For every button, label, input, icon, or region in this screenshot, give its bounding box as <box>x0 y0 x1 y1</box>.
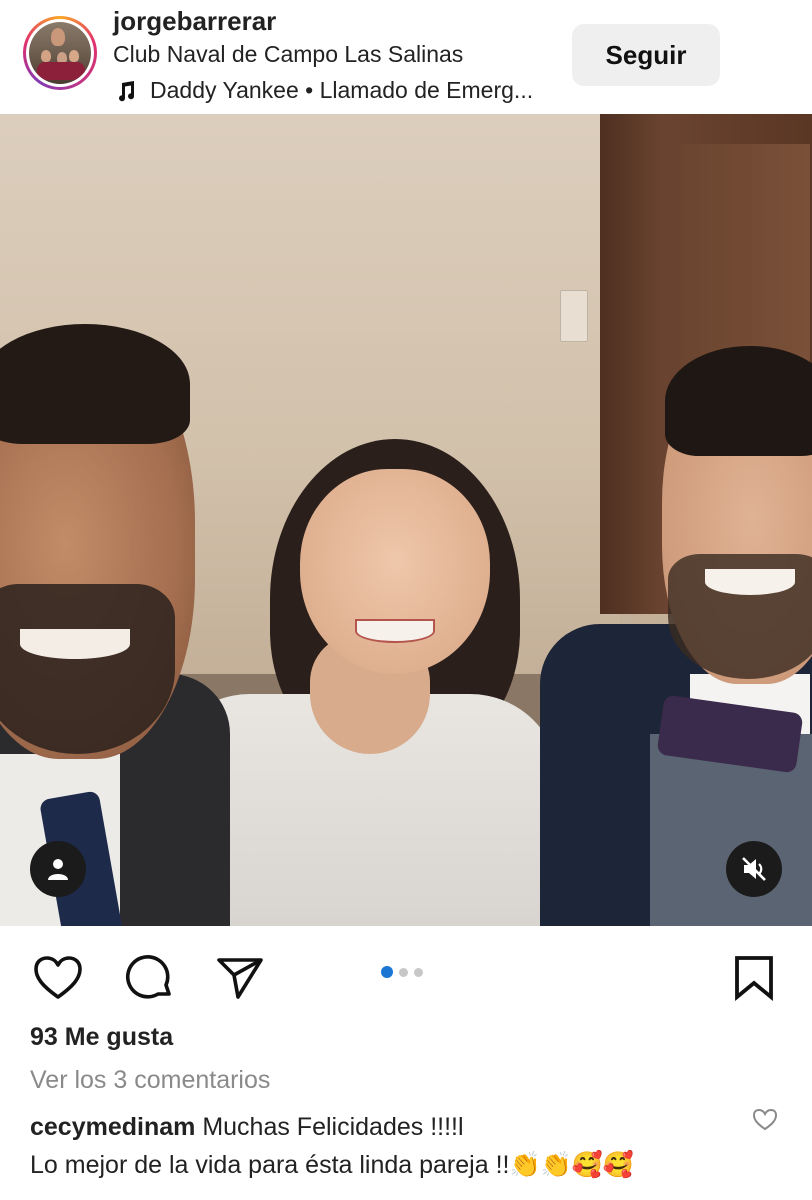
comment-button[interactable] <box>122 950 178 1006</box>
person-tag-icon <box>48 859 68 880</box>
tagged-people-button[interactable] <box>30 841 86 897</box>
mute-button[interactable] <box>726 841 782 897</box>
comment-bubble-icon <box>126 955 171 999</box>
comment-like-icon[interactable] <box>752 1107 778 1133</box>
post-photo[interactable] <box>0 114 812 926</box>
carousel-dot <box>414 967 423 977</box>
comment-text: Muchas Felicidades !!!!l <box>202 1113 464 1141</box>
music-link[interactable]: Daddy Yankee • Llamado de Emerg... <box>113 77 533 104</box>
heart-icon <box>34 956 82 999</box>
paper-plane-icon <box>217 958 263 999</box>
comment-username[interactable]: cecymedinam <box>30 1113 195 1141</box>
view-comments-link[interactable]: Ver los 3 comentarios <box>30 1066 270 1095</box>
post-header: jorgebarrerar Club Naval de Campo Las Sa… <box>0 0 812 112</box>
bookmark-icon <box>735 956 773 1001</box>
carousel-dot <box>399 967 408 977</box>
muted-speaker-icon <box>742 857 766 881</box>
share-button[interactable] <box>212 950 268 1006</box>
comment-item: cecymedinam Muchas Felicidades !!!!l Lo … <box>30 1108 750 1184</box>
comment-text-line2: Lo mejor de la vida para ésta linda pare… <box>30 1151 634 1179</box>
music-title: Daddy Yankee • Llamado de Emerg... <box>150 77 534 103</box>
carousel-indicator <box>381 966 423 978</box>
post-username[interactable]: jorgebarrerar <box>113 6 276 37</box>
follow-button[interactable]: Seguir <box>572 24 720 86</box>
avatar[interactable] <box>23 16 97 90</box>
avatar-image <box>29 22 91 84</box>
like-button[interactable] <box>30 950 86 1006</box>
post-location[interactable]: Club Naval de Campo Las Salinas <box>113 41 463 68</box>
carousel-dot-active <box>381 966 393 978</box>
music-note-icon <box>119 80 135 101</box>
save-button[interactable] <box>726 950 782 1006</box>
likes-count[interactable]: 93 Me gusta <box>30 1023 173 1052</box>
